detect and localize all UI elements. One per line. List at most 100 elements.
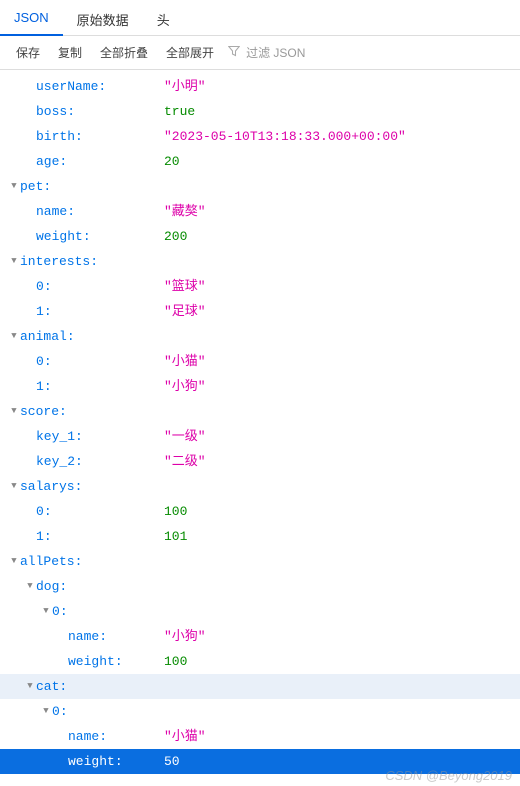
expand-toggle-icon[interactable]: ▼	[40, 599, 52, 624]
tab-raw[interactable]: 原始数据	[63, 4, 143, 35]
tree-row[interactable]: ▼dog:	[0, 574, 520, 599]
tree-row[interactable]: 0:"小猫"	[0, 349, 520, 374]
json-key: weight	[68, 754, 115, 769]
filter-icon	[228, 45, 240, 60]
json-key: salarys	[20, 479, 75, 494]
json-key: pet	[20, 179, 43, 194]
copy-button[interactable]: 复制	[50, 40, 90, 65]
json-key: 0	[36, 504, 44, 519]
json-value: "2023-05-10T13:18:33.000+00:00"	[164, 124, 406, 149]
json-value: true	[164, 99, 195, 124]
tree-row[interactable]: weight:200	[0, 224, 520, 249]
json-key: 1	[36, 304, 44, 319]
filter-input-placeholder[interactable]: 过滤 JSON	[242, 40, 309, 65]
colon: :	[44, 379, 52, 394]
json-value: "小狗"	[164, 374, 206, 399]
json-value: 50	[164, 749, 180, 774]
colon: :	[75, 454, 83, 469]
json-value: "足球"	[164, 299, 206, 324]
colon: :	[59, 579, 67, 594]
tab-headers[interactable]: 头	[143, 4, 184, 35]
tree-row[interactable]: birth:"2023-05-10T13:18:33.000+00:00"	[0, 124, 520, 149]
tree-row[interactable]: ▼animal:	[0, 324, 520, 349]
tree-row[interactable]: 1:101	[0, 524, 520, 549]
json-value: "小猫"	[164, 724, 206, 749]
json-key: age	[36, 154, 59, 169]
tree-row[interactable]: ▼allPets:	[0, 549, 520, 574]
colon: :	[60, 604, 68, 619]
colon: :	[75, 429, 83, 444]
expand-toggle-icon[interactable]: ▼	[8, 174, 20, 199]
expand-toggle-icon[interactable]: ▼	[40, 699, 52, 724]
tree-row[interactable]: weight:100	[0, 649, 520, 674]
tree-row[interactable]: 0:100	[0, 499, 520, 524]
expand-toggle-icon[interactable]: ▼	[8, 324, 20, 349]
expand-toggle-icon[interactable]: ▼	[8, 549, 20, 574]
json-value: 101	[164, 524, 187, 549]
colon: :	[67, 329, 75, 344]
tree-row[interactable]: ▼pet:	[0, 174, 520, 199]
colon: :	[44, 504, 52, 519]
json-value: 100	[164, 649, 187, 674]
json-value: "小明"	[164, 74, 206, 99]
json-key: key_1	[36, 429, 75, 444]
save-button[interactable]: 保存	[8, 40, 48, 65]
tree-row[interactable]: userName: "小明"	[0, 74, 520, 99]
toolbar: 保存 复制 全部折叠 全部展开 过滤 JSON	[0, 36, 520, 70]
expand-toggle-icon[interactable]: ▼	[24, 674, 36, 699]
tree-row[interactable]: boss:true	[0, 99, 520, 124]
tree-row[interactable]: ▼0:	[0, 599, 520, 624]
json-value: "一级"	[164, 424, 206, 449]
colon: :	[44, 279, 52, 294]
tree-row[interactable]: name:"小狗"	[0, 624, 520, 649]
colon: :	[59, 154, 67, 169]
colon: :	[90, 254, 98, 269]
colon: :	[75, 479, 83, 494]
tree-row[interactable]: ▼salarys:	[0, 474, 520, 499]
collapse-all-button[interactable]: 全部折叠	[92, 40, 156, 65]
colon: :	[67, 204, 75, 219]
json-key: 0	[52, 704, 60, 719]
colon: :	[115, 654, 123, 669]
tree-row[interactable]: ▼interests:	[0, 249, 520, 274]
json-value: "二级"	[164, 449, 206, 474]
json-key: name	[68, 629, 99, 644]
tree-row[interactable]: 1: "足球"	[0, 299, 520, 324]
tree-row[interactable]: ▼0:	[0, 699, 520, 724]
json-key: 1	[36, 529, 44, 544]
expand-toggle-icon[interactable]: ▼	[24, 574, 36, 599]
expand-toggle-icon[interactable]: ▼	[8, 399, 20, 424]
tabs-bar: JSON 原始数据 头	[0, 0, 520, 36]
colon: :	[115, 754, 123, 769]
colon: :	[44, 304, 52, 319]
tree-row[interactable]: key_1: "一级"	[0, 424, 520, 449]
json-value: 200	[164, 224, 187, 249]
tree-row[interactable]: 1: "小狗"	[0, 374, 520, 399]
tab-json[interactable]: JSON	[0, 4, 63, 36]
json-key: boss	[36, 104, 67, 119]
colon: :	[98, 79, 106, 94]
tree-row[interactable]: name:"藏獒"	[0, 199, 520, 224]
tree-row[interactable]: ▼cat:	[0, 674, 520, 699]
json-key: animal	[20, 329, 67, 344]
expand-toggle-icon[interactable]: ▼	[8, 474, 20, 499]
json-value: "篮球"	[164, 274, 206, 299]
json-key: 0	[36, 279, 44, 294]
json-tree: userName:"小明"boss:truebirth:"2023-05-10T…	[0, 70, 520, 776]
expand-all-button[interactable]: 全部展开	[158, 40, 222, 65]
expand-toggle-icon[interactable]: ▼	[8, 249, 20, 274]
json-key: userName	[36, 79, 98, 94]
json-key: interests	[20, 254, 90, 269]
colon: :	[43, 179, 51, 194]
colon: :	[59, 679, 67, 694]
tree-row[interactable]: 0: "篮球"	[0, 274, 520, 299]
json-value: "小猫"	[164, 349, 206, 374]
tree-row[interactable]: age:20	[0, 149, 520, 174]
json-key: birth	[36, 129, 75, 144]
tree-row[interactable]: key_2:"二级"	[0, 449, 520, 474]
tree-row[interactable]: ▼score:	[0, 399, 520, 424]
colon: :	[99, 629, 107, 644]
json-key: 0	[36, 354, 44, 369]
json-key: 1	[36, 379, 44, 394]
tree-row[interactable]: name:"小猫"	[0, 724, 520, 749]
